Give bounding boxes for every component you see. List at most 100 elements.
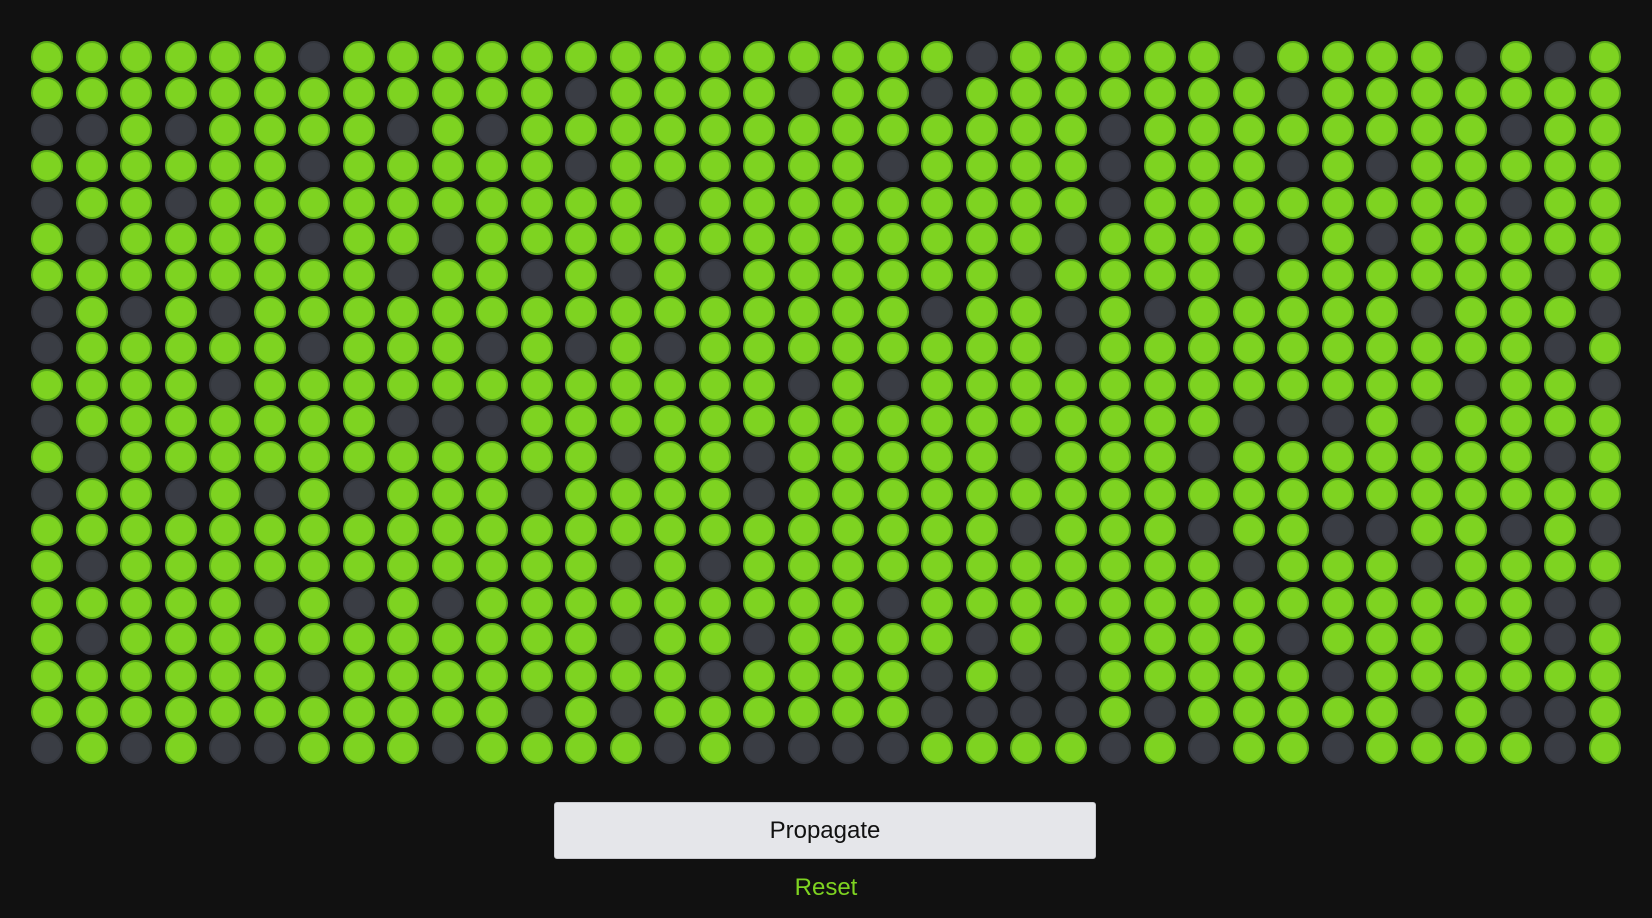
grid-cell-lit[interactable] — [832, 222, 864, 255]
grid-cell-lit[interactable] — [387, 150, 419, 183]
grid-cell-lit[interactable] — [1366, 368, 1398, 401]
grid-cell-lit[interactable] — [1232, 477, 1265, 510]
grid-cell-unlit[interactable] — [120, 732, 152, 765]
grid-cell-lit[interactable] — [209, 259, 241, 292]
grid-cell-lit[interactable] — [1188, 332, 1220, 365]
grid-cell-lit[interactable] — [787, 332, 820, 365]
grid-cell-lit[interactable] — [1544, 659, 1576, 692]
grid-cell-unlit[interactable] — [1054, 623, 1087, 656]
grid-cell-lit[interactable] — [1277, 441, 1309, 474]
grid-cell-lit[interactable] — [1410, 77, 1443, 110]
grid-cell-lit[interactable] — [743, 259, 775, 292]
grid-cell-lit[interactable] — [253, 259, 286, 292]
grid-cell-lit[interactable] — [431, 77, 464, 110]
grid-cell-lit[interactable] — [1544, 368, 1576, 401]
grid-cell-lit[interactable] — [1010, 222, 1042, 255]
grid-cell-unlit[interactable] — [342, 477, 375, 510]
grid-cell-lit[interactable] — [164, 441, 197, 474]
grid-cell-lit[interactable] — [253, 222, 286, 255]
grid-cell-lit[interactable] — [431, 514, 464, 547]
grid-cell-lit[interactable] — [609, 732, 642, 765]
grid-cell-lit[interactable] — [387, 77, 419, 110]
grid-cell-lit[interactable] — [698, 295, 731, 328]
grid-cell-lit[interactable] — [120, 696, 152, 729]
grid-cell-lit[interactable] — [1188, 477, 1220, 510]
grid-cell-unlit[interactable] — [431, 404, 464, 437]
grid-cell-lit[interactable] — [253, 332, 286, 365]
grid-cell-lit[interactable] — [1544, 113, 1576, 146]
grid-cell-unlit[interactable] — [31, 332, 63, 365]
grid-cell-lit[interactable] — [698, 623, 731, 656]
grid-cell-lit[interactable] — [476, 186, 508, 219]
grid-cell-unlit[interactable] — [1277, 404, 1309, 437]
grid-cell-lit[interactable] — [921, 368, 953, 401]
grid-cell-lit[interactable] — [609, 368, 642, 401]
grid-cell-lit[interactable] — [1410, 368, 1443, 401]
grid-cell-lit[interactable] — [520, 514, 553, 547]
grid-cell-lit[interactable] — [1499, 150, 1532, 183]
grid-cell-lit[interactable] — [31, 586, 63, 619]
grid-cell-lit[interactable] — [1321, 150, 1354, 183]
grid-cell-unlit[interactable] — [164, 477, 197, 510]
grid-cell-unlit[interactable] — [520, 696, 553, 729]
grid-cell-lit[interactable] — [1455, 514, 1487, 547]
grid-cell-lit[interactable] — [1099, 623, 1131, 656]
grid-cell-lit[interactable] — [387, 550, 419, 583]
grid-cell-unlit[interactable] — [31, 113, 63, 146]
grid-cell-lit[interactable] — [876, 477, 909, 510]
grid-cell-lit[interactable] — [965, 222, 998, 255]
grid-cell-lit[interactable] — [431, 441, 464, 474]
grid-cell-lit[interactable] — [520, 586, 553, 619]
grid-cell-lit[interactable] — [1188, 550, 1220, 583]
grid-cell-lit[interactable] — [921, 477, 953, 510]
grid-cell-lit[interactable] — [431, 477, 464, 510]
grid-cell-lit[interactable] — [1588, 150, 1621, 183]
grid-cell-lit[interactable] — [1321, 332, 1354, 365]
grid-cell-unlit[interactable] — [1143, 295, 1176, 328]
grid-cell-lit[interactable] — [120, 368, 152, 401]
grid-cell-unlit[interactable] — [1321, 732, 1354, 765]
grid-cell-lit[interactable] — [609, 41, 642, 73]
grid-cell-lit[interactable] — [164, 550, 197, 583]
grid-cell-lit[interactable] — [431, 696, 464, 729]
grid-cell-lit[interactable] — [1054, 732, 1087, 765]
grid-cell-unlit[interactable] — [253, 732, 286, 765]
grid-cell-lit[interactable] — [1188, 368, 1220, 401]
grid-cell-lit[interactable] — [876, 295, 909, 328]
grid-cell-lit[interactable] — [1455, 332, 1487, 365]
grid-cell-lit[interactable] — [387, 623, 419, 656]
grid-cell-lit[interactable] — [1366, 550, 1398, 583]
grid-cell-lit[interactable] — [832, 696, 864, 729]
grid-cell-unlit[interactable] — [253, 477, 286, 510]
grid-cell-lit[interactable] — [476, 41, 508, 73]
grid-cell-unlit[interactable] — [921, 77, 953, 110]
grid-cell-unlit[interactable] — [1010, 696, 1042, 729]
grid-cell-lit[interactable] — [431, 295, 464, 328]
grid-cell-lit[interactable] — [609, 222, 642, 255]
grid-cell-lit[interactable] — [1188, 77, 1220, 110]
grid-cell-lit[interactable] — [965, 732, 998, 765]
grid-cell-unlit[interactable] — [1321, 404, 1354, 437]
grid-cell-lit[interactable] — [1499, 332, 1532, 365]
grid-cell-lit[interactable] — [654, 696, 686, 729]
grid-cell-lit[interactable] — [1455, 696, 1487, 729]
grid-cell-lit[interactable] — [476, 441, 508, 474]
grid-cell-unlit[interactable] — [1321, 514, 1354, 547]
grid-cell-lit[interactable] — [387, 586, 419, 619]
grid-cell-lit[interactable] — [921, 441, 953, 474]
grid-cell-lit[interactable] — [1143, 550, 1176, 583]
grid-cell-lit[interactable] — [75, 41, 108, 73]
grid-cell-lit[interactable] — [520, 77, 553, 110]
grid-cell-lit[interactable] — [1321, 623, 1354, 656]
grid-cell-unlit[interactable] — [1588, 295, 1621, 328]
grid-cell-lit[interactable] — [209, 514, 241, 547]
grid-cell-lit[interactable] — [565, 441, 597, 474]
grid-cell-lit[interactable] — [476, 696, 508, 729]
grid-cell-lit[interactable] — [1410, 514, 1443, 547]
grid-cell-unlit[interactable] — [1232, 259, 1265, 292]
grid-cell-lit[interactable] — [1143, 732, 1176, 765]
grid-cell-unlit[interactable] — [654, 186, 686, 219]
grid-cell-lit[interactable] — [1455, 186, 1487, 219]
grid-cell-lit[interactable] — [787, 441, 820, 474]
grid-cell-lit[interactable] — [1099, 41, 1131, 73]
